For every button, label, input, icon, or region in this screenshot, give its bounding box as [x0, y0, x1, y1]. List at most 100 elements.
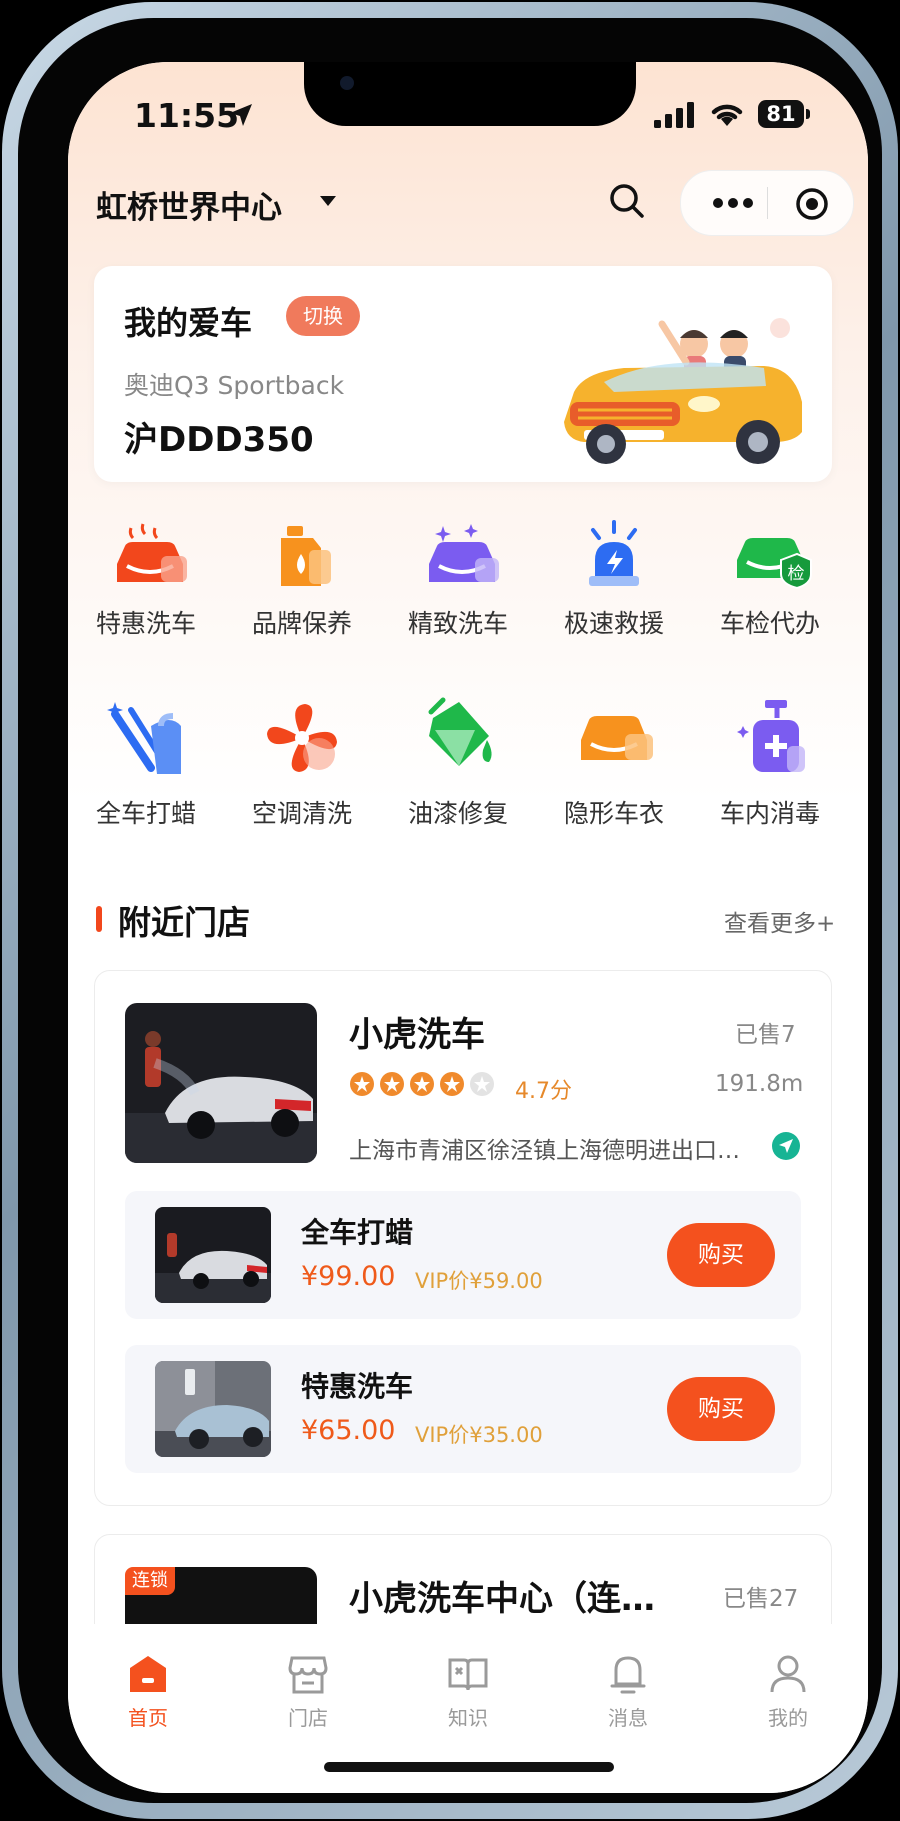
star-empty-icon	[470, 1072, 494, 1096]
service-label: 精致洗车	[407, 609, 508, 638]
store-sold-count: 已售7	[735, 1022, 796, 1048]
service-item[interactable]: 极速救援	[536, 520, 692, 640]
tab-stores[interactable]: 门店	[248, 1652, 368, 1731]
offer-photo	[155, 1207, 271, 1303]
star-icon	[350, 1072, 374, 1096]
bell-icon	[610, 1656, 646, 1694]
service-offer[interactable]: 特惠洗车 ¥65.00 VIP价¥35.00 购买	[125, 1345, 801, 1473]
store-distance: 191.8m	[715, 1071, 804, 1097]
inspection-car-icon: 检	[737, 538, 812, 590]
star-icon	[380, 1072, 404, 1096]
phone-bezel: 11:55 81 虹桥世界中心 我的爱车 切换 奥迪Q3 Sportback 沪…	[18, 18, 882, 1803]
car-model: 奥迪Q3 Sportback	[124, 371, 345, 400]
tab-label: 门店	[288, 1706, 328, 1730]
location-arrow-icon	[230, 104, 252, 126]
capsule-divider	[767, 187, 768, 219]
tab-profile[interactable]: 我的	[728, 1652, 848, 1731]
view-more-link[interactable]: 查看更多+	[724, 904, 835, 938]
service-label: 隐形车衣	[563, 799, 664, 828]
rating-stars	[350, 1072, 494, 1096]
tab-knowledge[interactable]: 知识	[408, 1652, 528, 1731]
siren-icon	[589, 520, 639, 586]
car-wash-icon	[117, 523, 187, 582]
miniprogram-capsule	[680, 170, 854, 236]
car-cover-icon	[581, 716, 653, 760]
service-label: 空调清洗	[251, 799, 352, 828]
service-label: 车内消毒	[719, 799, 820, 828]
navigate-icon[interactable]	[771, 1131, 801, 1161]
car-plate: 沪DDD350	[124, 420, 314, 460]
offer-name: 全车打蜡	[301, 1216, 414, 1249]
tab-home[interactable]: 首页	[88, 1652, 208, 1731]
tab-label: 消息	[608, 1706, 648, 1730]
fan-icon	[267, 704, 337, 772]
service-item[interactable]: 特惠洗车	[68, 520, 224, 640]
service-label: 品牌保养	[251, 609, 352, 638]
offer-name: 特惠洗车	[301, 1370, 414, 1403]
store-name: 小虎洗车中心（连…	[349, 1579, 655, 1619]
inspection-badge-text: 检	[788, 564, 805, 584]
store-sold-count: 已售27	[723, 1586, 799, 1612]
store-card[interactable]: 小虎洗车 已售7 4.7分 191.8m 上海市青浦区徐泾镇上海德明进出口有限公…	[94, 970, 832, 1506]
home-indicator	[324, 1762, 614, 1772]
service-item[interactable]: 空调清洗	[224, 696, 380, 830]
app-screen: 11:55 81 虹桥世界中心 我的爱车 切换 奥迪Q3 Sportback 沪…	[68, 62, 868, 1793]
service-item[interactable]: 品牌保养	[224, 520, 380, 640]
battery-indicator: 81	[758, 100, 810, 128]
wifi-icon	[711, 104, 743, 126]
search-icon[interactable]	[608, 182, 646, 220]
offer-vip-price: VIP价¥35.00	[415, 1423, 543, 1447]
service-label: 极速救援	[563, 609, 664, 638]
service-offer[interactable]: 全车打蜡 ¥99.00 VIP价¥59.00 购买	[125, 1191, 801, 1319]
store-rating: 4.7分	[515, 1079, 572, 1104]
more-dots-icon[interactable]	[713, 197, 753, 209]
status-time: 11:55	[134, 96, 240, 135]
service-label: 全车打蜡	[95, 799, 196, 828]
offer-price: ¥65.00	[301, 1415, 396, 1446]
tab-label: 知识	[448, 1706, 488, 1730]
caret-down-icon[interactable]	[320, 196, 336, 206]
home-icon	[130, 1656, 166, 1692]
nearby-stores-title: 附近门店	[118, 903, 250, 942]
service-label: 油漆修复	[407, 799, 508, 828]
store-address: 上海市青浦区徐泾镇上海德明进出口有限公司	[349, 1138, 749, 1164]
service-label: 车检代办	[719, 609, 820, 638]
service-item[interactable]: 车内消毒	[692, 696, 848, 830]
offer-vip-price: VIP价¥59.00	[415, 1269, 543, 1293]
tab-label: 首页	[128, 1706, 168, 1730]
tab-messages[interactable]: 消息	[568, 1652, 688, 1731]
service-item[interactable]: 检 车检代办	[692, 520, 848, 640]
sanitizer-icon	[737, 700, 805, 772]
service-item[interactable]: 油漆修复	[380, 696, 536, 830]
switch-car-button[interactable]: 切换	[286, 296, 360, 336]
star-icon	[410, 1072, 434, 1096]
store-icon	[288, 1656, 328, 1694]
offer-price: ¥99.00	[301, 1261, 396, 1292]
cellular-signal-icon	[654, 102, 694, 128]
close-target-icon[interactable]	[795, 187, 829, 221]
sparkle-car-icon	[429, 524, 499, 582]
buy-button[interactable]: 购买	[667, 1377, 775, 1441]
my-car-title: 我的爱车	[124, 304, 253, 342]
store-photo	[125, 1003, 317, 1163]
tab-label: 我的	[768, 1706, 808, 1730]
camera-dot	[340, 76, 354, 90]
store-name: 小虎洗车	[349, 1015, 485, 1055]
phone-frame: 11:55 81 虹桥世界中心 我的爱车 切换 奥迪Q3 Sportback 沪…	[2, 2, 898, 1819]
service-item[interactable]: 精致洗车	[380, 520, 536, 640]
chain-badge: 连锁	[125, 1567, 175, 1595]
service-item[interactable]: 全车打蜡	[68, 696, 224, 830]
dynamic-island	[304, 62, 636, 126]
location-selector[interactable]: 虹桥世界中心	[96, 182, 282, 227]
user-icon	[770, 1655, 806, 1693]
oil-can-icon	[281, 526, 331, 586]
service-label: 特惠洗车	[95, 609, 196, 638]
convertible-car-illustration	[564, 318, 802, 464]
my-car-card[interactable]: 我的爱车 切换 奥迪Q3 Sportback 沪DDD350	[94, 266, 832, 482]
service-item[interactable]: 隐形车衣	[536, 696, 692, 830]
paint-bucket-icon	[428, 697, 492, 766]
book-icon	[448, 1658, 488, 1691]
buy-button[interactable]: 购买	[667, 1223, 775, 1287]
star-icon	[440, 1072, 464, 1096]
wax-spray-icon	[107, 702, 181, 774]
